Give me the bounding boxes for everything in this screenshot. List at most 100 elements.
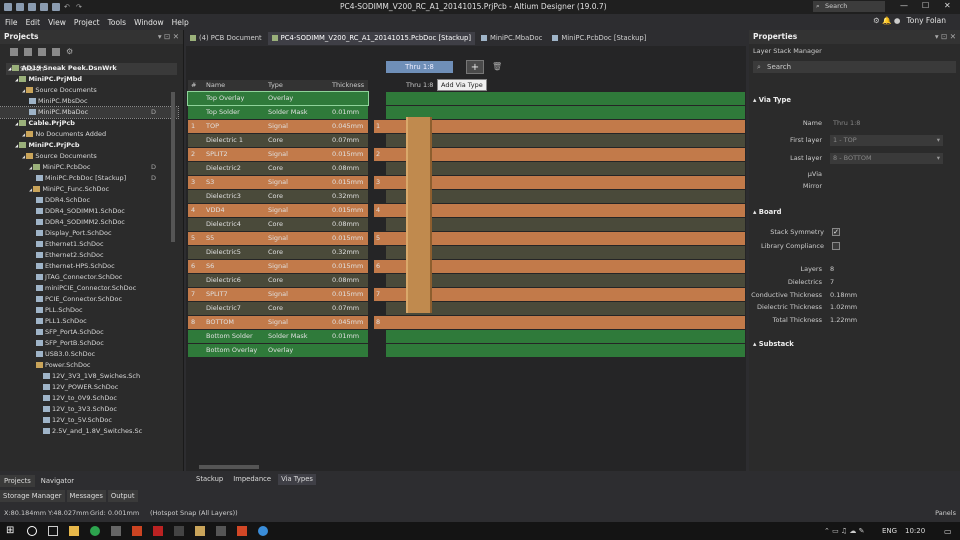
stackup-row[interactable]: Dielectric3 Core 0.32mm <box>188 190 745 203</box>
stackup-row[interactable]: Bottom Solder Solder Mask 0.01mm <box>188 330 745 343</box>
save-workspace-icon[interactable] <box>24 48 32 56</box>
global-search-input[interactable]: ⌕ Search <box>813 1 885 12</box>
layer-type[interactable]: Core <box>265 218 329 231</box>
layer-name[interactable]: Dielectric6 <box>203 274 265 287</box>
layer-type[interactable]: Core <box>265 134 329 147</box>
undo-icon[interactable]: ↶ <box>64 3 72 11</box>
app-icon[interactable] <box>258 526 268 536</box>
layer-name[interactable]: Dielectric2 <box>203 162 265 175</box>
header-number[interactable]: # <box>188 80 203 91</box>
layer-number[interactable] <box>188 106 203 119</box>
stackup-row[interactable]: Dielectric4 Core 0.08mm <box>188 218 745 231</box>
tree-item[interactable]: Ethernet2.SchDoc <box>0 250 178 261</box>
maximize-button[interactable]: ☐ <box>922 1 929 10</box>
layer-number[interactable]: 3 <box>188 176 203 189</box>
open-folder-icon[interactable] <box>52 3 60 11</box>
altium-icon[interactable] <box>195 526 205 536</box>
library-compliance-checkbox[interactable] <box>832 242 840 250</box>
tree-item[interactable]: 12V_POWER.SchDoc <box>0 382 178 393</box>
layer-number[interactable] <box>188 344 203 357</box>
minimize-button[interactable]: — <box>900 1 908 10</box>
settings-icon[interactable]: ⚙ 🔔 ● <box>873 16 900 25</box>
tree-item[interactable]: ◢ Source Documents <box>0 85 178 96</box>
board-section[interactable]: ▴ Board <box>753 208 781 216</box>
tree-item[interactable]: DDR4_SODIMM2.SchDoc <box>0 217 178 228</box>
delete-icon[interactable]: 🗑 <box>492 62 502 71</box>
tab-via-types[interactable]: Via Types <box>278 474 316 485</box>
file-explorer-icon[interactable] <box>69 526 79 536</box>
stack-symmetry-checkbox[interactable]: ✓ <box>832 228 840 236</box>
tree-item[interactable]: ◢ No Documents Added <box>0 129 178 140</box>
app-icon[interactable] <box>111 526 121 536</box>
header-type[interactable]: Type <box>265 80 329 91</box>
user-name[interactable]: Tony Folan <box>906 16 946 25</box>
layer-thickness[interactable]: 0.07mm <box>329 302 367 315</box>
tree-item[interactable]: 2.5V_and_1.8V_Switches.Sc <box>0 426 178 437</box>
tree-item[interactable]: ◢ MiniPC_Func.SchDoc <box>0 184 178 195</box>
save-icon[interactable] <box>4 3 12 11</box>
tree-item[interactable]: SFP_PortA.SchDoc <box>0 327 178 338</box>
layer-thickness[interactable]: 0.32mm <box>329 246 367 259</box>
layer-number[interactable]: 7 <box>188 288 203 301</box>
chrome-icon[interactable] <box>90 526 100 536</box>
menu-window[interactable]: Window <box>134 18 164 27</box>
powerpoint-icon[interactable] <box>237 526 247 536</box>
adobe-icon[interactable] <box>153 526 163 536</box>
layer-type[interactable]: Signal <box>265 176 329 189</box>
stackup-row[interactable]: Top Solder Solder Mask 0.01mm <box>188 106 745 119</box>
layer-name[interactable]: Top Overlay <box>203 92 265 105</box>
workspace-icon[interactable] <box>10 48 18 56</box>
layer-thickness[interactable]: 0.08mm <box>329 162 367 175</box>
via-type-section[interactable]: ▴ Via Type <box>753 96 791 104</box>
layer-type[interactable]: Core <box>265 274 329 287</box>
last-layer-select[interactable]: 8 - BOTTOM ▾ <box>830 153 943 164</box>
layer-number[interactable] <box>188 274 203 287</box>
tab-navigator[interactable]: Navigator <box>37 475 78 487</box>
tab-storage-manager[interactable]: Storage Manager <box>0 490 65 502</box>
via-type-button[interactable]: Thru 1:8 <box>386 61 453 73</box>
layer-name[interactable]: Bottom Solder <box>203 330 265 343</box>
layer-number[interactable] <box>188 302 203 315</box>
layer-number[interactable]: 2 <box>188 148 203 161</box>
substack-section[interactable]: ▴ Substack <box>753 340 794 348</box>
layer-type[interactable]: Overlay <box>265 344 329 357</box>
tree-item[interactable]: 12V_to_5V.SchDoc <box>0 415 178 426</box>
layer-type[interactable]: Signal <box>265 204 329 217</box>
tree-item[interactable]: DDR4_SODIMM1.SchDoc <box>0 206 178 217</box>
layer-thickness[interactable]: 0.07mm <box>329 134 367 147</box>
panels-button[interactable]: Panels <box>935 503 956 523</box>
layer-number[interactable] <box>188 134 203 147</box>
tree-item[interactable]: 12V_to_0V9.SchDoc <box>0 393 178 404</box>
tree-item[interactable]: MiniPC.PcbDoc [Stackup] D <box>0 173 178 184</box>
layer-name[interactable]: VDD4 <box>203 204 265 217</box>
layer-thickness[interactable]: 0.08mm <box>329 274 367 287</box>
search-icon[interactable] <box>27 526 37 536</box>
layer-type[interactable]: Overlay <box>265 92 329 105</box>
layer-number[interactable]: 5 <box>188 232 203 245</box>
layer-thickness[interactable] <box>329 344 367 357</box>
windows-start-icon[interactable]: ⊞ <box>6 526 16 536</box>
stackup-row[interactable]: Top Overlay Overlay <box>187 91 745 106</box>
layer-number[interactable] <box>188 330 203 343</box>
layer-name[interactable]: Dielectric4 <box>203 218 265 231</box>
tree-item[interactable]: PCIE_Connector.SchDoc <box>0 294 178 305</box>
tab-messages[interactable]: Messages <box>66 490 106 502</box>
open-icon[interactable] <box>28 3 36 11</box>
layer-thickness[interactable]: 0.015mm <box>329 288 367 301</box>
tree-item[interactable]: miniPCIE_Connector.SchDoc <box>0 283 178 294</box>
tree-item[interactable]: ◢ MiniPC.PcbDoc D <box>0 162 178 173</box>
document-tab[interactable]: MiniPC.PcbDoc [Stackup] <box>548 31 651 45</box>
stackup-row[interactable]: 4 VDD4 Signal 0.015mm 4 <box>188 204 745 217</box>
tree-item[interactable]: Display_Port.SchDoc <box>0 228 178 239</box>
acrobat-icon[interactable] <box>132 526 142 536</box>
gear-icon[interactable]: ⚙ <box>66 48 74 56</box>
document-tab[interactable]: MiniPC.MbaDoc <box>476 31 547 45</box>
layer-thickness[interactable]: 0.32mm <box>329 190 367 203</box>
layer-type[interactable]: Core <box>265 246 329 259</box>
tree-item[interactable]: MiniPC.MbsDoc <box>0 96 178 107</box>
language-indicator[interactable]: ENG <box>882 527 897 535</box>
panel-controls-icon[interactable]: ▾ ⊡ ✕ <box>158 30 179 44</box>
stackup-row[interactable]: 7 SPLIT7 Signal 0.015mm 7 <box>188 288 745 301</box>
layer-name[interactable]: S6 <box>203 260 265 273</box>
stackup-row[interactable]: 3 S3 Signal 0.015mm 3 <box>188 176 745 189</box>
